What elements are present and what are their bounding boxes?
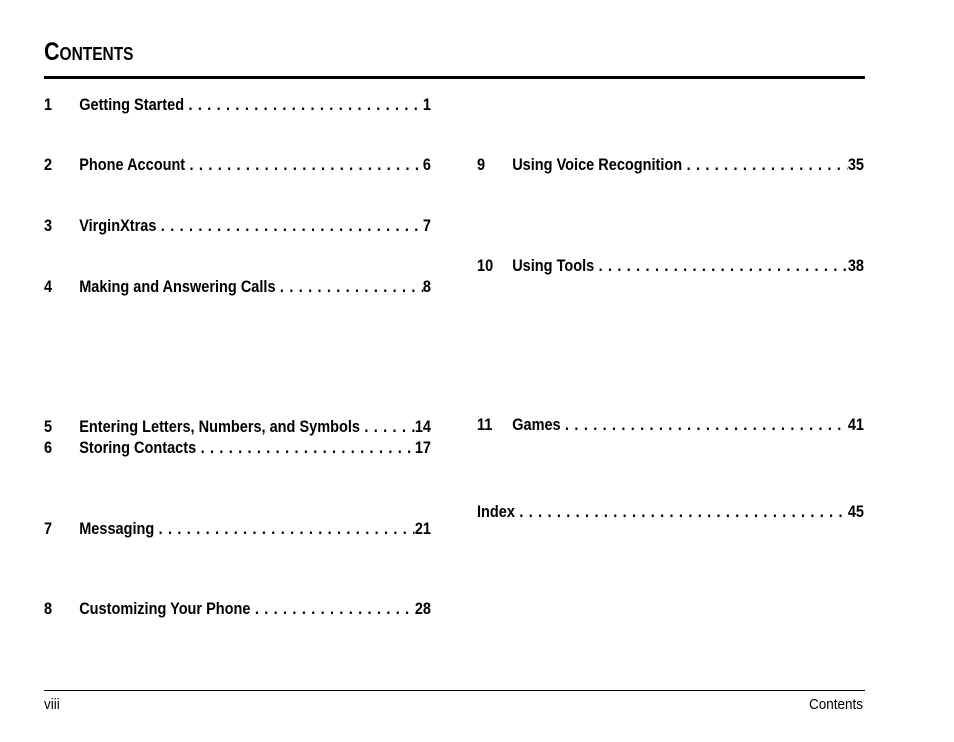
dot-leader	[196, 439, 415, 458]
dot-leader	[360, 418, 415, 437]
page-number[interactable]: 17	[415, 439, 431, 458]
dot-leader	[515, 503, 848, 522]
page-number[interactable]: 35	[848, 156, 864, 175]
page-number[interactable]: 6	[423, 156, 431, 175]
title-rule	[44, 76, 865, 79]
toc-entry[interactable]: 2 Phone Account 6	[44, 156, 431, 176]
page-number[interactable]: 45	[848, 503, 864, 522]
toc-entry[interactable]: 9 Using Voice Recognition 35	[477, 156, 864, 176]
chapter-number: 3	[44, 217, 53, 235]
chapter-title[interactable]: Getting Started	[79, 96, 184, 115]
chapter-number: 1	[44, 96, 53, 114]
dot-leader	[276, 278, 423, 297]
page-number[interactable]: 38	[848, 257, 864, 276]
footer-rule	[44, 690, 865, 691]
chapter-number: 7	[44, 520, 53, 538]
page-title: Contents	[44, 38, 134, 66]
page-number[interactable]: 1	[423, 96, 431, 115]
chapter-title[interactable]: Games	[512, 416, 560, 435]
dot-leader	[250, 600, 414, 619]
page-number[interactable]: 8	[423, 278, 431, 297]
page-number[interactable]: 7	[423, 217, 431, 236]
footer-section-title: Contents	[808, 696, 863, 713]
toc-entry[interactable]: 11 Games 41	[477, 416, 864, 436]
dot-leader	[154, 520, 415, 539]
index-title[interactable]: Index	[477, 503, 515, 522]
page-number[interactable]: 41	[848, 416, 864, 435]
chapter-title[interactable]: Entering Letters, Numbers, and Symbols	[79, 418, 360, 437]
toc-entry[interactable]: 8 Customizing Your Phone 28	[44, 600, 431, 620]
toc-entry[interactable]: 1 Getting Started 1	[44, 96, 431, 116]
dot-leader	[594, 257, 848, 276]
toc-entry[interactable]: 6 Storing Contacts 17	[44, 439, 431, 459]
chapter-title[interactable]: Storing Contacts	[79, 439, 196, 458]
chapter-number: 9	[477, 156, 486, 174]
chapter-number: 8	[44, 600, 53, 618]
chapter-title[interactable]: Using Tools	[512, 257, 594, 276]
page-number[interactable]: 21	[415, 520, 431, 539]
dot-leader	[682, 156, 848, 175]
toc-entry[interactable]: 10 Using Tools 38	[477, 257, 864, 277]
toc-entry-index[interactable]: Index 45	[477, 503, 864, 523]
chapter-title[interactable]: Customizing Your Phone	[79, 600, 250, 619]
chapter-number: 2	[44, 156, 53, 174]
chapter-number: 10	[477, 257, 494, 275]
chapter-title[interactable]: Making and Answering Calls	[79, 278, 275, 297]
chapter-title[interactable]: Phone Account	[79, 156, 185, 175]
toc-entry[interactable]: 4 Making and Answering Calls 8	[44, 278, 431, 298]
chapter-number: 4	[44, 278, 53, 296]
toc-entry[interactable]: 3 VirginXtras 7	[44, 217, 431, 237]
chapter-title[interactable]: VirginXtras	[79, 217, 156, 236]
toc-entry[interactable]: 7 Messaging 21	[44, 520, 431, 540]
footer-page-number: viii	[44, 696, 60, 713]
chapter-number: 11	[477, 416, 493, 434]
page-number[interactable]: 14	[415, 418, 431, 437]
dot-leader	[561, 416, 848, 435]
chapter-number: 5	[44, 418, 53, 436]
dot-leader	[185, 156, 423, 175]
chapter-title[interactable]: Messaging	[79, 520, 154, 539]
page-number[interactable]: 28	[415, 600, 431, 619]
toc-entry[interactable]: 5 Entering Letters, Numbers, and Symbols…	[44, 418, 431, 438]
chapter-title[interactable]: Using Voice Recognition	[512, 156, 682, 175]
chapter-number: 6	[44, 439, 53, 457]
dot-leader	[156, 217, 423, 236]
dot-leader	[184, 96, 423, 115]
